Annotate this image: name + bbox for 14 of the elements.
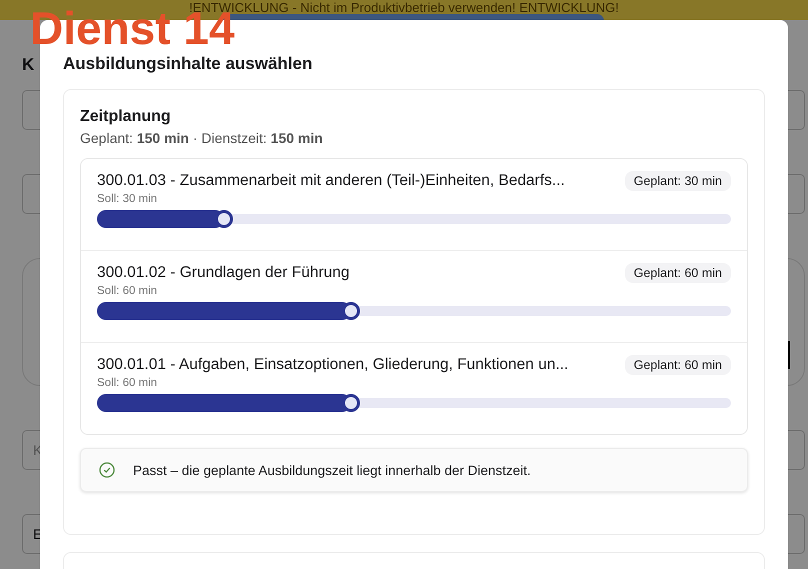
page-title: K <box>22 55 34 74</box>
item-title: 300.01.01 - Aufgaben, Einsatzoptionen, Gliederung, Funktionen un... <box>97 356 568 374</box>
item-title: 300.01.02 - Grundlagen der Führung <box>97 264 350 282</box>
status-text: Passt – die geplante Ausbildungszeit liegt innerhalb der Dienstzeit. <box>133 462 531 478</box>
item-title: 300.01.03 - Zusammenarbeit mit anderen (Teil-)Einheiten, Bedarfs... <box>97 172 565 190</box>
planned-chip: Geplant: 60 min <box>624 263 731 283</box>
target-time: Soll: 60 min <box>97 285 158 297</box>
target-time: Soll: 60 min <box>97 377 158 389</box>
planned-chip: Geplant: 30 min <box>624 171 731 191</box>
planned-chip: Geplant: 60 min <box>624 355 731 375</box>
time-summary: Geplant: 150 min · Dienstzeit: 150 min <box>80 130 324 146</box>
modal-title: Ausbildungsinhalte auswählen <box>63 54 314 75</box>
target-time: Soll: 30 min <box>97 193 158 205</box>
section-title: Zeitplanung <box>80 108 172 126</box>
